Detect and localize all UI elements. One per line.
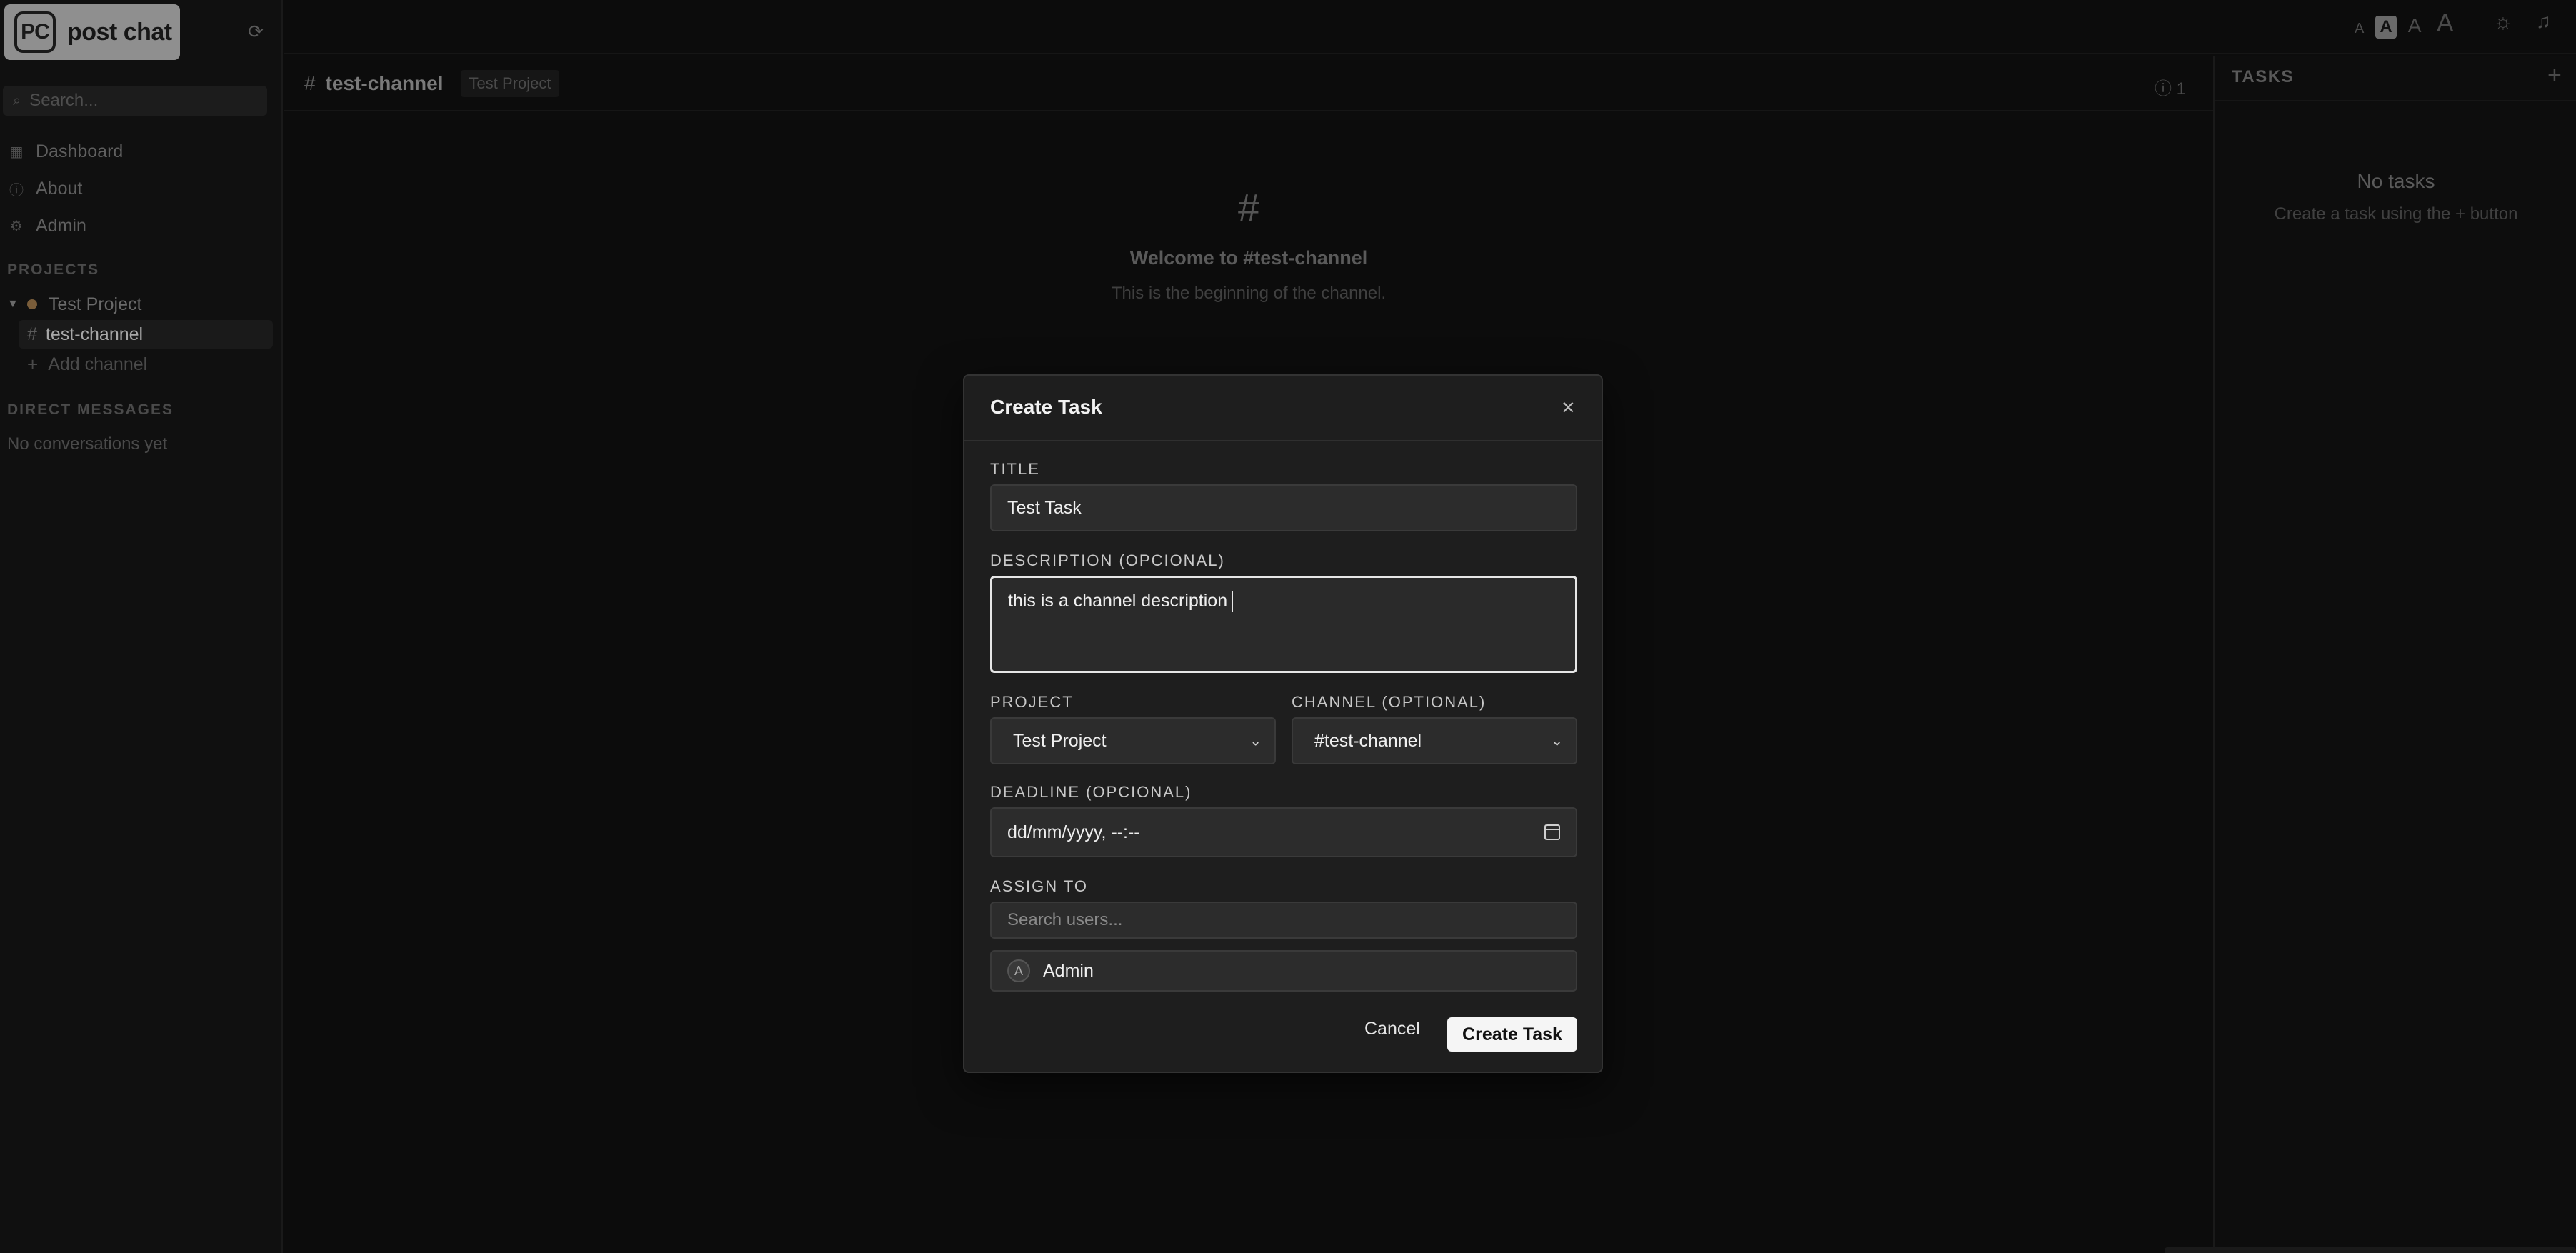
avatar: A xyxy=(1007,959,1030,982)
channel-title-text: test-channel xyxy=(325,72,444,94)
font-size-medium[interactable]: A xyxy=(2375,16,2397,39)
tasks-panel: TASKS + No tasks Create a task using the… xyxy=(2213,56,2576,1253)
thread-count-indicator[interactable]: ⓘ 1 xyxy=(2155,74,2186,99)
description-label: DESCRIPTION (OPCIONAL) xyxy=(990,551,1225,569)
hash-icon: # xyxy=(304,72,316,94)
bottom-scroll-strip xyxy=(2165,1247,2576,1253)
channel-name: test-channel xyxy=(45,324,144,344)
project-select[interactable]: Test Project ⌄ xyxy=(990,717,1276,764)
calendar-icon[interactable] xyxy=(1544,824,1560,840)
welcome-subtitle: This is the beginning of the channel. xyxy=(1111,284,1387,303)
collapse-triangle-icon[interactable]: ▼ xyxy=(7,298,19,311)
assign-to-label: ASSIGN TO xyxy=(990,877,1089,895)
bell-icon[interactable]: ♫ xyxy=(2536,10,2551,33)
sidebar-item-label: Admin xyxy=(36,215,86,236)
channel-title: # test-channel Test Project xyxy=(304,70,560,97)
deadline-label: DEADLINE (OPCIONAL) xyxy=(990,783,1192,801)
sun-icon[interactable]: ☼ xyxy=(2493,10,2513,34)
add-channel-button[interactable]: + Add channel xyxy=(27,350,147,379)
add-task-icon[interactable]: + xyxy=(2547,61,2562,89)
sidebar-search-input[interactable] xyxy=(29,91,244,111)
sidebar-item-admin[interactable]: ⚙ Admin xyxy=(7,210,86,241)
sidebar-search: ⌕ xyxy=(3,86,267,116)
no-tasks-title: No tasks xyxy=(2357,170,2435,192)
deadline-placeholder: dd/mm/yyyy, --:-- xyxy=(1007,822,1140,842)
info-icon: ⓘ xyxy=(9,182,24,199)
user-name: Admin xyxy=(1043,960,1094,981)
font-size-small[interactable]: A xyxy=(2350,19,2368,39)
channel-select-value: #test-channel xyxy=(1314,730,1422,751)
search-icon: ⌕ xyxy=(13,92,21,109)
sidebar-item-label: About xyxy=(36,178,83,199)
cancel-button[interactable]: Cancel xyxy=(1364,1019,1420,1039)
close-icon[interactable]: × xyxy=(1562,394,1575,421)
app-logo[interactable]: PC post chat xyxy=(4,4,180,60)
project-name: Test Project xyxy=(48,294,142,314)
deadline-input[interactable]: dd/mm/yyyy, --:-- xyxy=(990,807,1577,857)
search-users-placeholder: Search users... xyxy=(1007,910,1123,929)
thread-count: 1 xyxy=(2176,79,2187,99)
search-users-input[interactable]: Search users... xyxy=(990,902,1577,939)
channel-header: # test-channel Test Project ⓘ 1 xyxy=(284,56,2213,111)
sidebar-item-dashboard[interactable]: ▦ Dashboard xyxy=(7,136,124,167)
sidebar: PC post chat ⟳ ⌕ ▦ Dashboard ⓘ About ⚙ A… xyxy=(0,0,283,1253)
chevron-down-icon: ⌄ xyxy=(1551,733,1563,749)
description-textarea[interactable]: this is a channel description xyxy=(990,576,1577,673)
user-option-row[interactable]: A Admin xyxy=(990,950,1577,992)
channel-select[interactable]: #test-channel ⌄ xyxy=(1292,717,1577,764)
plus-icon: + xyxy=(27,353,39,375)
project-select-value: Test Project xyxy=(1013,730,1107,751)
title-label: TITLE xyxy=(990,460,1040,478)
gear-icon: ⚙ xyxy=(10,218,23,234)
info-icon: ⓘ xyxy=(2155,79,2172,99)
font-size-large[interactable]: A xyxy=(2404,13,2426,39)
description-value: this is a channel description xyxy=(1008,591,1228,611)
sidebar-item-about[interactable]: ⓘ About xyxy=(7,173,82,204)
title-input[interactable]: Test Task xyxy=(990,484,1577,531)
grid-icon: ▦ xyxy=(9,144,24,160)
project-badge[interactable]: Test Project xyxy=(460,70,560,97)
logo-text: post chat xyxy=(67,18,172,46)
chevron-down-icon: ⌄ xyxy=(1249,733,1262,749)
sidebar-item-label: Dashboard xyxy=(36,141,124,161)
projects-section-label: PROJECTS xyxy=(7,261,100,278)
logo-mark: PC xyxy=(14,11,56,53)
add-channel-label: Add channel xyxy=(48,354,148,374)
no-tasks-subtitle: Create a task using the + button xyxy=(2274,204,2518,224)
text-caret xyxy=(1232,591,1234,612)
channel-label: CHANNEL (OPTIONAL) xyxy=(1292,693,1487,711)
welcome-title: Welcome to #test-channel xyxy=(1129,247,1368,269)
sidebar-project-item[interactable]: ▼ Test Project xyxy=(7,291,141,317)
hash-icon: # xyxy=(1237,186,1260,229)
font-size-selector: A A A A xyxy=(2350,8,2457,39)
modal-header: Create Task × xyxy=(964,376,1602,441)
channel-welcome: # Welcome to #test-channel This is the b… xyxy=(999,186,1499,304)
create-task-modal: Create Task × TITLE Test Task DESCRIPTIO… xyxy=(963,374,1603,1073)
title-input-value: Test Task xyxy=(1007,497,1082,518)
sidebar-channel-item-active[interactable]: # test-channel xyxy=(19,320,273,349)
refresh-icon[interactable]: ⟳ xyxy=(246,21,266,41)
create-task-button[interactable]: Create Task xyxy=(1447,1017,1577,1052)
direct-messages-section-label: DIRECT MESSAGES xyxy=(7,401,174,418)
no-conversations-text: No conversations yet xyxy=(7,434,168,454)
logo-row: PC post chat ⟳ xyxy=(0,0,283,63)
top-bar xyxy=(284,0,2576,54)
font-size-xlarge[interactable]: A xyxy=(2432,8,2457,39)
modal-title: Create Task xyxy=(990,396,1102,418)
divider xyxy=(2215,100,2576,101)
hash-icon: # xyxy=(27,324,37,344)
project-label: PROJECT xyxy=(990,693,1074,711)
project-color-dot xyxy=(26,299,37,309)
tasks-panel-title: TASKS xyxy=(2232,67,2295,86)
